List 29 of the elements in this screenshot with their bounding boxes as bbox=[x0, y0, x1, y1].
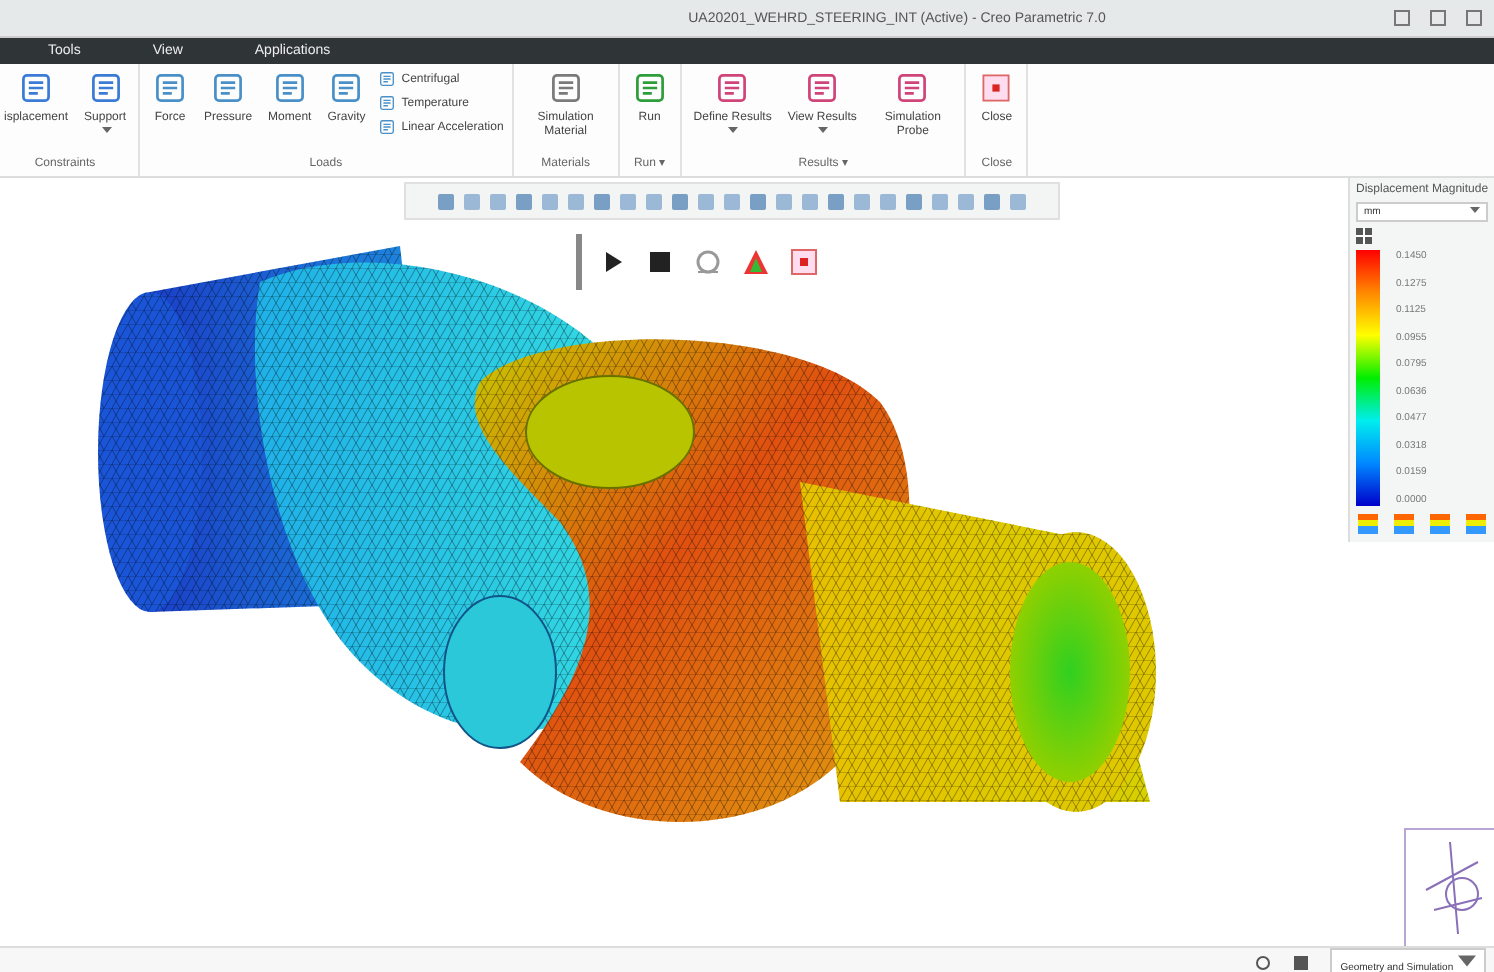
caret-icon bbox=[1458, 951, 1476, 969]
tool-icon bbox=[377, 70, 396, 88]
grid-icon[interactable] bbox=[1356, 228, 1372, 244]
tool-icon bbox=[894, 70, 931, 106]
selection-icon[interactable] bbox=[1292, 953, 1311, 971]
probe-icon[interactable] bbox=[694, 248, 722, 276]
legend-tool-icon[interactable] bbox=[1428, 512, 1452, 536]
tool-icon bbox=[547, 70, 584, 106]
caret-icon bbox=[101, 126, 112, 135]
tool-icon bbox=[328, 70, 365, 106]
tool-icon bbox=[631, 70, 668, 106]
tool-icon bbox=[714, 70, 751, 106]
tool-icon bbox=[377, 118, 396, 136]
stop-icon[interactable] bbox=[646, 248, 674, 276]
refresh-icon[interactable] bbox=[1254, 953, 1273, 971]
tool-icon bbox=[804, 70, 841, 106]
tool-icon bbox=[377, 94, 396, 112]
tool-icon bbox=[210, 70, 247, 106]
tool-icon bbox=[87, 70, 124, 106]
legend-tool-icon[interactable] bbox=[1392, 512, 1416, 536]
caret-icon bbox=[728, 126, 739, 135]
caret-icon bbox=[818, 126, 829, 135]
legend-tool-icon[interactable] bbox=[1464, 512, 1488, 536]
tool-icon bbox=[271, 70, 308, 106]
legend-tool-icon[interactable] bbox=[1356, 512, 1380, 536]
tool-icon bbox=[152, 70, 189, 106]
caret-icon bbox=[1470, 206, 1480, 214]
tool-icon bbox=[18, 70, 54, 106]
triangle-icon[interactable] bbox=[742, 248, 770, 276]
